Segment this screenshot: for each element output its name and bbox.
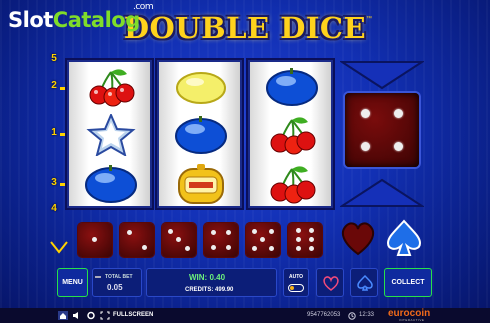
die-pip [394, 142, 403, 151]
payline-5: 5 [51, 53, 57, 64]
dice-face-1 [78, 223, 112, 257]
info-icon[interactable] [50, 240, 68, 254]
spade-icon [386, 219, 422, 256]
payline-1: 1 [51, 127, 57, 138]
total-bet-value: 0.05 [107, 283, 123, 292]
payline-marker [60, 133, 66, 136]
bonus-dice-panel [340, 60, 424, 208]
brand-sub: INTERACTIVE [399, 318, 425, 322]
die-pip [361, 109, 370, 118]
arrow-down-icon [340, 61, 424, 90]
game-screen: SlotCatalog .com DOUBLE DICE ™ 5 2 1 3 4 [0, 0, 490, 323]
total-bet-box: TOTAL BET 0.05 [92, 268, 142, 297]
auto-toggle[interactable] [288, 284, 304, 292]
game-logo: DOUBLE DICE [123, 11, 367, 45]
win-label: WIN: [189, 273, 208, 282]
win-value: 0.40 [209, 273, 226, 282]
payline-2: 2 [51, 80, 57, 91]
watermark-slot: Slot [8, 8, 53, 32]
settings-icon[interactable] [86, 311, 96, 320]
watermark-tld: .com [133, 2, 154, 12]
home-icon[interactable] [58, 311, 68, 320]
auto-play-box[interactable]: AUTO [283, 268, 309, 297]
plum-icon [266, 68, 318, 106]
payline-marker [60, 87, 66, 90]
payline-4: 4 [51, 203, 57, 214]
cherries-icon [89, 69, 135, 107]
fullscreen-icon[interactable] [100, 311, 110, 320]
plum-icon [175, 116, 227, 154]
credits-display: CREDITS: 499.90 [185, 287, 233, 293]
die-pip [394, 109, 403, 118]
lemon-icon [176, 72, 226, 104]
cherries-icon [270, 117, 316, 155]
bell-icon [178, 164, 224, 204]
win-credits-box: WIN: 0.40 CREDITS: 499.90 [146, 268, 277, 297]
die-pip [361, 142, 370, 151]
clock-icon [348, 312, 356, 320]
dice-face-6 [288, 223, 322, 257]
fullscreen-label[interactable]: FULLSCREEN [113, 312, 153, 318]
dice-face-2 [120, 223, 154, 257]
watermark-catalog: Catalog [52, 8, 140, 32]
win-display: WIN: 0.40 [189, 273, 225, 282]
payline-3: 3 [51, 177, 57, 188]
footer-bar: FULLSCREEN 9547762053 12:33 eurocoin INT… [0, 308, 490, 323]
clock: 12:33 [359, 312, 375, 318]
spade-outline-icon [357, 275, 373, 291]
auto-label: AUTO [289, 274, 304, 280]
heart-icon [341, 222, 375, 256]
gamble-black-button[interactable] [350, 268, 378, 297]
cherries-icon [270, 166, 316, 204]
trademark: ™ [366, 16, 372, 22]
reel-2 [155, 58, 244, 210]
bonus-die [345, 93, 419, 167]
plum-icon [85, 165, 137, 203]
heart-outline-icon [323, 276, 339, 291]
session-id: 9547762053 [307, 312, 341, 318]
reel-3 [246, 58, 335, 210]
menu-button[interactable]: MENU [57, 268, 88, 297]
star-icon [86, 114, 136, 156]
dice-face-4 [204, 223, 238, 257]
credits-label: CREDITS: [185, 287, 214, 293]
total-bet-label: TOTAL BET [105, 274, 133, 280]
bet-decrease-icon[interactable] [95, 274, 101, 280]
collect-button[interactable]: COLLECT [384, 268, 432, 297]
payline-marker [60, 183, 66, 186]
credits-value: 499.90 [215, 287, 234, 293]
sound-icon[interactable] [72, 311, 82, 320]
watermark: SlotCatalog .com [8, 2, 154, 32]
reel-1 [65, 58, 154, 210]
arrow-up-icon [340, 178, 424, 207]
dice-face-5 [246, 223, 280, 257]
gamble-red-button[interactable] [316, 268, 344, 297]
dice-face-3 [162, 223, 196, 257]
